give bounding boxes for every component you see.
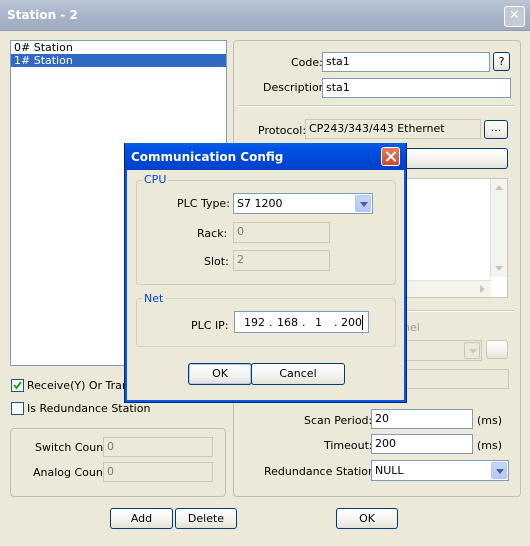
dialog-close-button[interactable]	[381, 147, 400, 166]
delete-button[interactable]: Delete	[175, 508, 237, 529]
net-group-title: Net	[142, 292, 166, 305]
list-item-selected[interactable]: 1# Station	[11, 54, 226, 67]
text-cursor	[362, 315, 363, 330]
scan-period-label: Scan Period:	[304, 414, 373, 427]
redundance-station-select[interactable]: NULL	[371, 460, 509, 481]
communication-config-dialog: Communication Config CPU PLC Type: S7 12…	[124, 143, 407, 403]
rack-field: 0	[233, 222, 330, 243]
plc-type-select[interactable]: S7 1200	[233, 193, 373, 214]
window-titlebar: Station - 2 ✕	[0, 0, 530, 31]
switch-count-label: Switch Count:	[35, 441, 112, 454]
window-title: Station - 2	[7, 8, 78, 22]
plc-type-label: PLC Type:	[177, 197, 230, 210]
ip-octet-1[interactable]: 192	[244, 316, 265, 330]
chevron-down-icon[interactable]	[491, 462, 507, 479]
analog-count-label: Analog Count:	[33, 466, 111, 479]
window-close-button[interactable]: ✕	[504, 6, 525, 27]
ip-separator: .	[302, 316, 306, 329]
timeout-unit: (ms)	[477, 439, 503, 452]
redundance-station-value: NULL	[375, 464, 404, 477]
list-item[interactable]: 0# Station	[11, 41, 226, 54]
channel-field	[402, 369, 509, 389]
description-label: Description:	[263, 81, 330, 94]
plc-ip-label: PLC IP:	[191, 319, 229, 332]
protocol-field: CP243/343/443 Ethernet	[305, 119, 481, 139]
slot-field: 2	[233, 250, 330, 271]
timeout-input[interactable]: 200	[371, 434, 473, 454]
protocol-browse-button[interactable]: ...	[484, 120, 508, 139]
timeout-label: Timeout:	[324, 439, 373, 452]
redundance-label: Is Redundance Station	[27, 402, 151, 415]
ip-separator: .	[269, 316, 273, 329]
plc-ip-input[interactable]: 192 . 168 . 1 . 200	[234, 311, 369, 333]
chevron-down-icon[interactable]	[355, 195, 371, 212]
ip-octet-3[interactable]: 1	[315, 316, 322, 330]
scan-period-unit: (ms)	[477, 414, 503, 427]
dialog-titlebar: Communication Config	[125, 143, 406, 170]
slot-label: Slot:	[204, 255, 229, 268]
cpu-group-title: CPU	[142, 173, 169, 186]
vertical-scrollbar[interactable]	[490, 179, 507, 277]
ip-octet-2[interactable]: 168	[277, 316, 298, 330]
analog-count-field: 0	[103, 462, 213, 482]
scroll-right-icon	[480, 285, 485, 293]
code-input[interactable]: sta1	[322, 52, 490, 72]
checkmark-icon	[13, 381, 22, 390]
receive-checkbox[interactable]	[11, 379, 24, 392]
switch-count-field: 0	[103, 437, 213, 457]
code-label: Code:	[291, 56, 323, 69]
dialog-ok-button[interactable]: OK	[188, 363, 252, 385]
protocol-label: Protocol:	[258, 124, 307, 137]
rack-label: Rack:	[197, 227, 228, 240]
scroll-up-icon	[495, 185, 503, 190]
description-input[interactable]: sta1	[322, 78, 511, 98]
receive-label: Receive(Y) Or Trans	[27, 379, 135, 392]
ip-octet-4[interactable]: 200	[341, 316, 362, 330]
scan-period-input[interactable]: 20	[371, 409, 473, 429]
chevron-down-icon	[464, 342, 480, 359]
dialog-title: Communication Config	[131, 150, 284, 164]
dialog-cancel-button[interactable]: Cancel	[251, 363, 345, 385]
divider	[238, 105, 514, 107]
add-button[interactable]: Add	[110, 508, 173, 529]
ip-separator: .	[334, 316, 338, 329]
redundance-checkbox[interactable]	[11, 402, 24, 415]
channel-select	[402, 340, 482, 361]
plc-type-value: S7 1200	[237, 197, 283, 210]
redundance-station-label: Redundance Station:	[264, 465, 379, 478]
help-button[interactable]: ?	[493, 52, 510, 71]
scroll-down-icon	[495, 266, 503, 271]
channel-browse-button	[486, 340, 508, 359]
ok-button[interactable]: OK	[336, 508, 398, 529]
